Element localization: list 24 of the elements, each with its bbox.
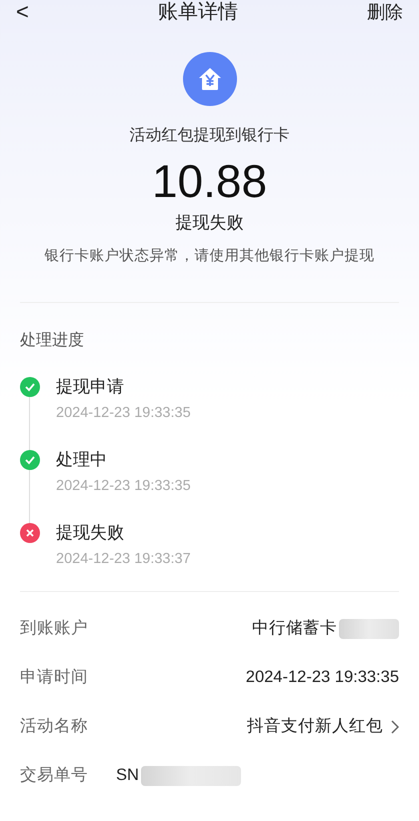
detail-value: 2024-12-23 19:33:35 (246, 667, 399, 688)
detail-label: 活动名称 (20, 716, 89, 738)
step-label: 提现失败 (56, 522, 125, 544)
back-button[interactable]: < (16, 1, 29, 23)
step-time: 2024-12-23 19:33:35 (56, 404, 191, 424)
detail-label: 到账账户 (20, 618, 89, 640)
detail-value: 中行储蓄卡 (252, 618, 337, 640)
detail-value: 抖音支付新人红包 (247, 716, 383, 738)
detail-label: 交易单号 (20, 765, 89, 786)
chevron-right-icon[interactable] (391, 720, 399, 734)
wallet-house-icon (182, 52, 236, 106)
detail-value: SN (116, 765, 139, 786)
bill-subtitle: 活动红包提现到银行卡 (130, 126, 290, 146)
page-title: 账单详情 (158, 0, 238, 25)
delete-button[interactable]: 删除 (366, 0, 403, 26)
section-title: 处理进度 (20, 330, 85, 352)
detail-label: 申请时间 (20, 667, 89, 688)
amount-text: 10.88 (152, 154, 268, 209)
step-time: 2024-12-23 19:33:37 (56, 550, 191, 570)
step-label: 处理中 (56, 449, 108, 472)
status-message: 银行卡账户状态异常，请使用其他银行卡账户提现 (44, 246, 374, 266)
status-text: 提现失败 (176, 212, 244, 234)
step-label: 提现申请 (56, 376, 125, 398)
step-time: 2024-12-23 19:33:35 (56, 477, 191, 496)
